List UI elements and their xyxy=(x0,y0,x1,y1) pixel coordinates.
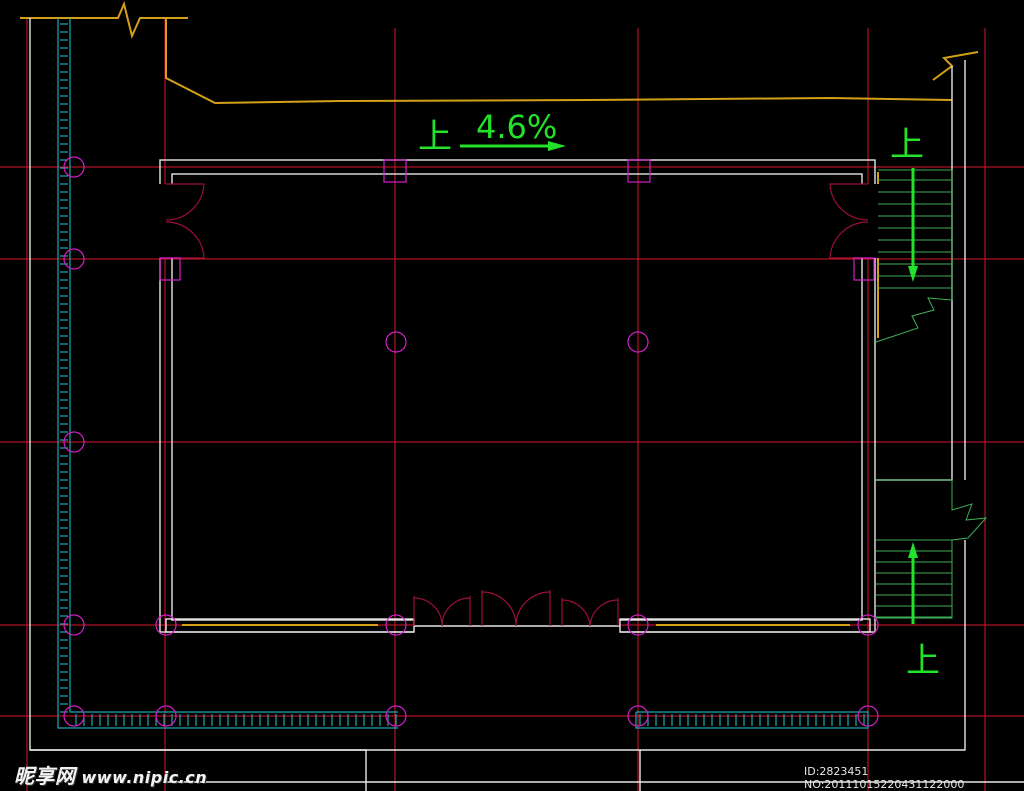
slope-value-label: 4.6% xyxy=(476,108,557,146)
column-square-2 xyxy=(627,159,651,183)
image-id-label: ID:2823451 NO:20111015220431122000 xyxy=(804,765,965,791)
drain-left-inner xyxy=(69,18,398,713)
boundary-top-main xyxy=(165,18,953,105)
building-walls xyxy=(156,159,880,637)
outer-left-wall xyxy=(29,18,367,791)
slope-up-label: 上 xyxy=(418,117,452,157)
building-inner-wall xyxy=(171,173,863,621)
column-square-4 xyxy=(853,257,875,281)
watermark-site-text: www.nipic.cn xyxy=(81,768,208,787)
stair-top-label: 上 xyxy=(890,125,924,165)
door-opening-right xyxy=(856,184,880,258)
drain-left-outer xyxy=(57,18,398,729)
watermark-logo-text: 昵享网 xyxy=(14,764,76,788)
door-opening-left xyxy=(156,184,178,258)
boundary-top-right-break xyxy=(932,51,979,81)
watermark-logo: 昵享网 www.nipic.cn xyxy=(14,760,207,789)
doors xyxy=(165,183,869,627)
building-outer-wall xyxy=(159,159,876,633)
column-circle-interior-1 xyxy=(385,331,407,353)
floor-plan-drawing: 上 4.6% 上 上 xyxy=(0,0,1024,791)
site-boundary xyxy=(20,0,979,338)
stair-bottom-arrow-head xyxy=(908,542,918,558)
stairs-lower xyxy=(875,479,988,619)
stair-top-arrow-head xyxy=(908,266,918,282)
stair-lower-outline xyxy=(875,479,988,619)
stair-bottom-label: 上 xyxy=(906,641,940,681)
column-square-3 xyxy=(159,257,181,281)
boundary-top-left xyxy=(20,0,188,40)
